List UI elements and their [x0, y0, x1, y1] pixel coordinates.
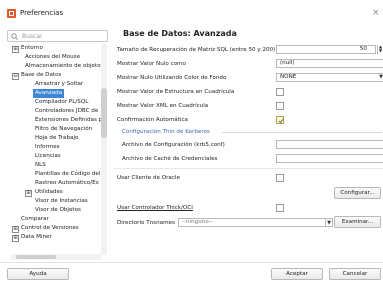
expand-icon[interactable]: ⊞ [12, 226, 19, 233]
tree-item-acciones-mouse[interactable]: Acciones del Mouse [25, 53, 80, 62]
expand-icon[interactable]: ⊞ [25, 190, 32, 197]
search-placeholder: Buscar [22, 33, 43, 40]
tree-item-avanzada[interactable]: Avanzada [33, 89, 65, 98]
app-icon [7, 9, 16, 18]
oracle-client-label: Usar Cliente de Oracle [117, 175, 180, 181]
tree-item-controladores-jdbc[interactable]: Controladores JDBC de [35, 107, 98, 116]
tree-item-extensiones[interactable]: Extensiones Definidas p [35, 116, 102, 125]
fetch-size-input[interactable]: 50 [276, 45, 376, 54]
preferences-tree: ⊞ Entorno Acciones del Mouse Almacenamie… [11, 44, 106, 256]
struct-grid-label: Mostrar Valor de Estructura en Cuadrícul… [117, 89, 235, 95]
window-title: Preferencias [20, 9, 64, 17]
tree-item-entorno[interactable]: Entorno [21, 44, 43, 53]
autocommit-label: Confirmación Automática [117, 117, 188, 123]
tnsnames-label: Directorio Tnsnames [117, 220, 175, 226]
chevron-down-icon[interactable]: ▼ [377, 73, 383, 82]
help-button[interactable]: Ayuda [7, 268, 69, 280]
tnsnames-select[interactable]: --ninguno-- [178, 218, 326, 227]
cancel-button[interactable]: Cancelar [329, 268, 381, 280]
tree-item-data-miner[interactable]: Data Miner [21, 233, 52, 242]
kerberos-config-label: Archivo de Configuración (krb5.conf) [122, 142, 225, 148]
null-color-label: Mostrar Nulo Utilizando Color de Fondo [117, 75, 227, 81]
group-divider [222, 132, 382, 133]
struct-grid-checkbox[interactable] [276, 88, 284, 96]
tree-item-nls[interactable]: NLS [35, 161, 46, 170]
tree-item-control-versiones[interactable]: Control de Versiones [21, 224, 79, 233]
oci-checkbox[interactable] [276, 204, 284, 212]
kerberos-cache-label: Archivo de Caché de Credenciales [122, 156, 218, 162]
chevron-down-icon[interactable]: ▼ [325, 218, 333, 227]
null-color-select[interactable]: NONE [276, 73, 383, 82]
expand-icon[interactable]: ⊞ [12, 46, 19, 53]
tree-item-compilador-plsql[interactable]: Compilador PL/SQL [35, 98, 88, 107]
tree-item-almacenamiento[interactable]: Almacenamiento de objetos [25, 62, 103, 71]
browse-button[interactable]: Examinar... [334, 216, 381, 228]
tree-item-visor-objetos[interactable]: Visor de Objetos [35, 206, 81, 215]
tree-item-hoja-trabajo[interactable]: Hoja de Trabajo [35, 134, 78, 143]
checkmark-icon [277, 118, 284, 123]
search-icon [11, 33, 18, 40]
sidebar-hscroll-thumb[interactable] [16, 255, 56, 259]
section-divider [114, 168, 383, 169]
tree-item-base-de-datos[interactable]: Base de Datos [21, 71, 61, 80]
sidebar-scroll-thumb[interactable] [101, 88, 107, 138]
fetch-size-stepper[interactable]: ▲ ▼ [377, 45, 383, 54]
null-value-label: Mostrar Valor Nulo como [117, 61, 186, 67]
tree-item-filtro-navegacion[interactable]: Filtro de Navegación [35, 125, 92, 134]
kerberos-group-title: Configuración Thin de Kerberos [122, 129, 210, 135]
close-icon[interactable]: × [372, 8, 380, 18]
tree-item-arrastrar-soltar[interactable]: Arrastrar y Soltar [35, 80, 83, 89]
ok-button[interactable]: Aceptar [271, 268, 323, 280]
tree-item-rastreo[interactable]: Rastreo Automático/Ex [35, 179, 99, 188]
fetch-size-label: Tamaño de Recuperación de Matriz SQL (en… [117, 47, 276, 53]
collapse-icon[interactable]: ⊟ [12, 73, 19, 80]
kerberos-cache-input[interactable] [276, 154, 383, 163]
search-input[interactable]: Buscar [7, 30, 108, 42]
footer-divider [0, 262, 383, 263]
xml-grid-label: Mostrar Valor XML en Cuadrícula [117, 103, 209, 109]
configure-button[interactable]: Configurar... [334, 187, 381, 199]
tree-item-comparar[interactable]: Comparar [21, 215, 49, 224]
tree-item-plantillas[interactable]: Plantillas de Código del [35, 170, 100, 179]
tree-item-visor-instancias[interactable]: Visor de Instancias [35, 197, 88, 206]
kerberos-config-input[interactable] [276, 140, 383, 149]
autocommit-checkbox[interactable] [276, 116, 284, 124]
null-value-input[interactable]: (null) [276, 59, 383, 68]
oci-label: Usar Controlador Thick/OCI [117, 205, 193, 211]
xml-grid-checkbox[interactable] [276, 102, 284, 110]
tree-item-utilidades[interactable]: Utilidades [35, 188, 63, 197]
expand-icon[interactable]: ⊞ [12, 235, 19, 242]
page-title: Base de Datos: Avanzada [123, 29, 237, 38]
tree-item-informes[interactable]: Informes [35, 143, 60, 152]
sidebar-vertical-scrollbar[interactable] [101, 44, 107, 255]
tree-item-licencias[interactable]: Licencias [35, 152, 61, 161]
oracle-client-checkbox[interactable] [276, 174, 284, 182]
